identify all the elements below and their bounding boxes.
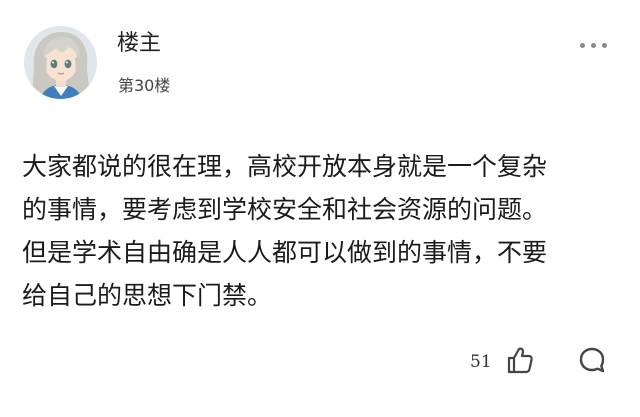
anime-girl-avatar-image xyxy=(24,26,97,99)
avatar[interactable] xyxy=(24,26,97,99)
author-name[interactable]: 楼主 xyxy=(117,30,161,58)
content-line: 的事情，要考虑到学校安全和社会资源的问题。 xyxy=(22,195,548,224)
dot xyxy=(580,42,585,48)
comment-bubble-icon[interactable] xyxy=(577,345,607,375)
content-line: 但是学术自由确是人人都可以做到的事情，不要 xyxy=(22,238,548,267)
content-line: 大家都说的很在理，高校开放本身就是一个复杂 xyxy=(22,152,548,181)
post-content: 大家都说的很在理，高校开放本身就是一个复杂 的事情，要考虑到学校安全和社会资源的… xyxy=(22,145,622,317)
floor-label: 第30楼 xyxy=(118,76,171,95)
dot xyxy=(591,42,596,48)
content-line: 给自己的思想下门禁。 xyxy=(22,281,273,310)
dot xyxy=(602,42,607,48)
like-count: 51 xyxy=(470,352,492,372)
post-card: 楼主 第30楼 大家都说的很在理，高校开放本身就是一个复杂 的事情，要考虑到学校… xyxy=(0,0,640,417)
more-dots-icon[interactable] xyxy=(580,40,610,50)
thumbs-up-icon[interactable] xyxy=(505,345,535,375)
